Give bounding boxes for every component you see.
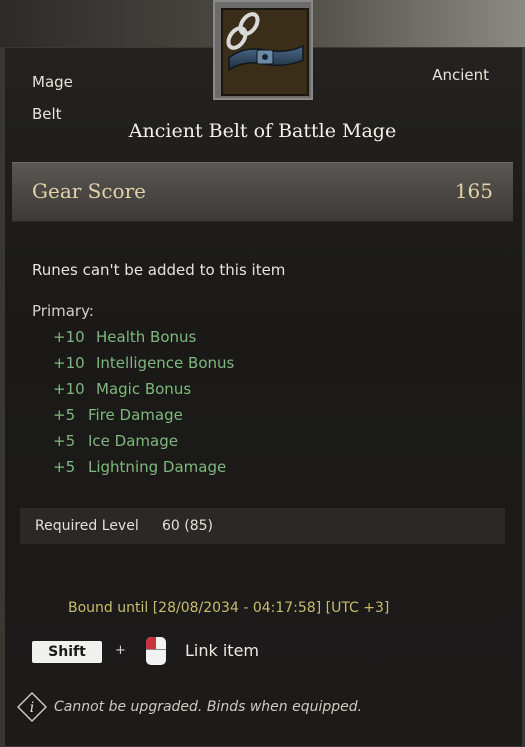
stat-value: +10 (53, 354, 85, 372)
stat-name: Magic Bonus (96, 380, 192, 398)
required-level-value: 60 (85) (162, 518, 214, 534)
stat-name: Fire Damage (88, 406, 183, 424)
stat-value: +5 (53, 406, 76, 424)
runes-note: Runes can't be added to this item (32, 261, 286, 279)
bound-until: Bound until [28/08/2034 - 04:17:58] [UTC… (68, 600, 390, 616)
item-class: Mage (32, 73, 73, 91)
footer-note: Cannot be upgraded. Binds when equipped. (54, 699, 363, 715)
stat-name: Intelligence Bonus (96, 354, 235, 372)
stat-value: +5 (53, 432, 76, 450)
stat-name: Lightning Damage (88, 458, 227, 476)
stat-name: Ice Damage (88, 432, 178, 450)
gear-score-label: Gear Score (32, 179, 146, 203)
stat-name: Health Bonus (96, 328, 197, 346)
item-name: Ancient Belt of Battle Mage (128, 120, 397, 142)
primary-header: Primary: (32, 302, 94, 320)
mouse-left-click-icon (146, 637, 166, 665)
item-icon-frame (213, 0, 313, 100)
shift-key-badge: Shift (32, 641, 102, 663)
stat-value: +10 (53, 380, 85, 398)
info-icon: i (17, 692, 47, 722)
stat-value: +5 (53, 458, 76, 476)
link-item-label: Link item (185, 641, 259, 660)
stat-value: +10 (53, 328, 85, 346)
chain-link-icon (226, 12, 260, 50)
required-level-label: Required Level (35, 518, 139, 534)
gear-score-value: 165 (454, 179, 493, 203)
plus-sign: + (115, 643, 126, 658)
item-rarity: Ancient (432, 66, 489, 84)
svg-text:i: i (30, 700, 34, 716)
item-icon-slot (221, 8, 309, 96)
